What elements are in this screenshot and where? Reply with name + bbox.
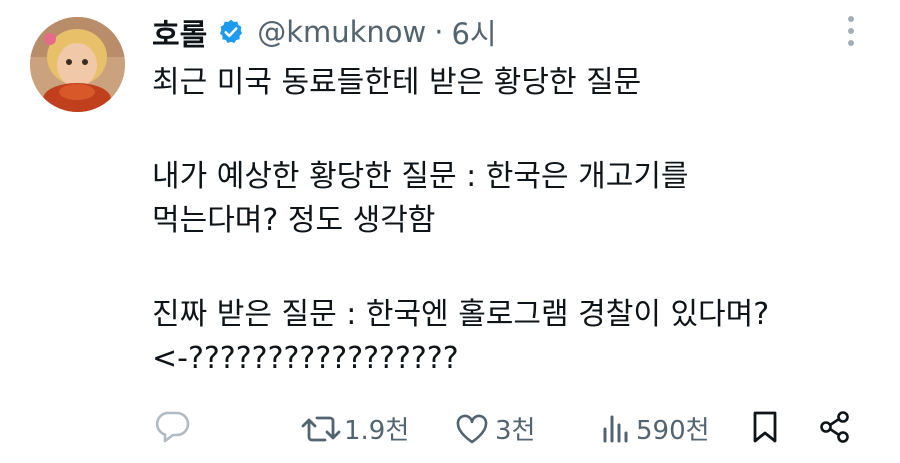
like-count: 3천 — [495, 416, 536, 446]
more-options-icon[interactable] — [842, 16, 860, 50]
tweet-header: 호롤 @kmuknow · 6시 — [152, 10, 497, 54]
bookmark-button[interactable] — [750, 410, 780, 444]
avatar-image — [30, 17, 125, 112]
avatar[interactable] — [30, 17, 125, 112]
reply-button[interactable] — [155, 410, 191, 444]
tweet-text-line: 내가 예상한 황당한 질문 : 한국은 개고기를 — [152, 159, 689, 194]
action-bar: 1.9천 3천 590천 — [0, 408, 900, 452]
share-button[interactable] — [818, 410, 852, 444]
views-chart-icon — [603, 415, 628, 442]
user-handle[interactable]: @kmuknow — [257, 15, 426, 49]
heart-icon — [456, 414, 488, 443]
tweet-text-line: 진짜 받은 질문 : 한국엔 홀로그램 경찰이 있다며? — [152, 297, 770, 332]
bookmark-icon — [753, 411, 777, 443]
tweet-text-line: 먹는다며? 정도 생각함 — [152, 203, 436, 238]
tweet-text-line: 최근 미국 동료들한테 받은 황당한 질문 — [152, 65, 642, 100]
like-button[interactable]: 3천 — [455, 410, 535, 447]
verified-badge-icon — [220, 19, 243, 43]
view-count: 590천 — [636, 416, 710, 446]
reply-icon — [155, 411, 190, 443]
views-button[interactable]: 590천 — [600, 410, 710, 447]
timestamp[interactable]: 6시 — [451, 11, 496, 53]
retweet-count: 1.9천 — [344, 416, 410, 446]
retweet-icon — [301, 416, 341, 441]
separator-dot: · — [434, 15, 444, 49]
display-name[interactable]: 호롤 — [152, 10, 207, 54]
tweet-text-line: <-????????????????? — [152, 341, 459, 376]
share-icon — [820, 411, 849, 443]
retweet-button[interactable]: 1.9천 — [300, 410, 409, 447]
